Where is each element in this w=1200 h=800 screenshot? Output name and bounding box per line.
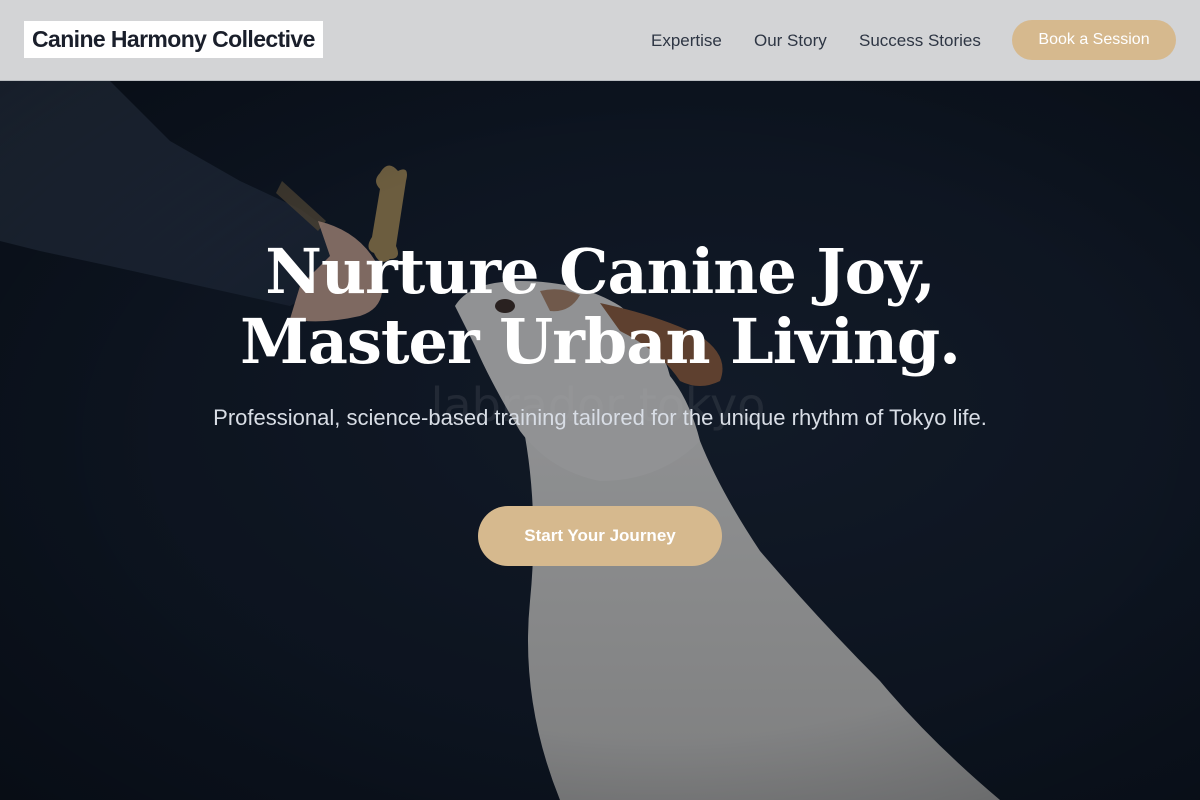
- nav-link-our-story[interactable]: Our Story: [754, 31, 827, 51]
- book-session-button[interactable]: Book a Session: [1012, 20, 1176, 60]
- hero-overlay: [0, 81, 1200, 800]
- nav-link-expertise[interactable]: Expertise: [651, 31, 722, 51]
- site-header: Canine Harmony Collective Expertise Our …: [0, 0, 1200, 81]
- start-journey-button[interactable]: Start Your Journey: [478, 506, 722, 566]
- site-logo[interactable]: Canine Harmony Collective: [24, 21, 323, 58]
- page: Canine Harmony Collective Expertise Our …: [0, 0, 1200, 800]
- hero-subtitle: Professional, science-based training tai…: [213, 405, 987, 430]
- hero-title-line-2: Master Urban Living.: [240, 305, 961, 378]
- hero-title-line-1: Nurture Canine Joy,: [265, 235, 935, 308]
- nav-link-success-stories[interactable]: Success Stories: [859, 31, 981, 51]
- hero-section: labrador tokyo Nurture Canine Joy, Maste…: [0, 81, 1200, 800]
